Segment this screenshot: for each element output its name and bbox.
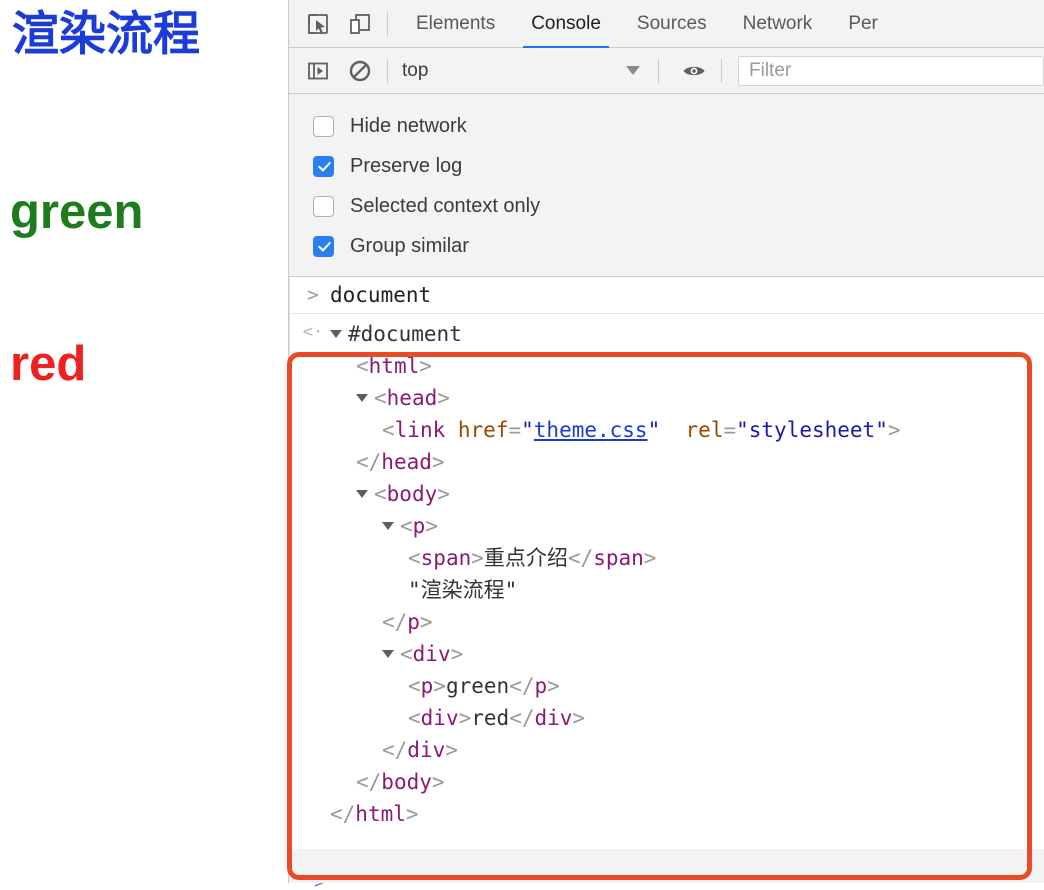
device-toolbar-icon[interactable] — [343, 7, 377, 41]
devtools-tabs: Elements Console Sources Network Per — [398, 0, 896, 49]
dom-line-div-red[interactable]: <div>red</div> — [330, 702, 901, 734]
selected-context-only-label: Selected context only — [350, 194, 541, 217]
group-similar-checkbox[interactable] — [313, 235, 334, 257]
tab-performance-label: Per — [848, 12, 878, 34]
devtools-panel: Elements Console Sources Network Per top… — [288, 0, 1044, 890]
dom-line-p-close[interactable]: </p> — [330, 606, 901, 638]
execution-context-select[interactable]: top — [398, 60, 648, 82]
preview-red-text: red — [10, 337, 87, 391]
selected-context-only-checkbox[interactable] — [313, 195, 334, 217]
filterbar-divider-1 — [387, 58, 388, 83]
preserve-log-label: Preserve log — [350, 154, 463, 177]
console-result-row: <· #document <html> <head> <link href="t… — [290, 314, 1044, 834]
preview-green-text: green — [10, 185, 144, 239]
twisty-open-icon[interactable] — [382, 522, 394, 530]
dom-line-p-open[interactable]: <p> — [330, 510, 901, 542]
hide-network-checkbox[interactable] — [313, 115, 334, 137]
tab-network-label: Network — [742, 12, 813, 34]
inspect-element-icon[interactable] — [301, 7, 335, 41]
console-expression: document — [330, 283, 432, 307]
dom-line-document[interactable]: #document — [330, 318, 901, 350]
group-similar-label: Group similar — [350, 234, 469, 257]
dom-tree[interactable]: #document <html> <head> <link href="them… — [330, 318, 901, 830]
tab-elements-label: Elements — [416, 12, 496, 34]
execution-context-value: top — [402, 59, 429, 81]
devtools-tabstrip: Elements Console Sources Network Per — [289, 0, 1044, 49]
setting-preserve-log[interactable]: Preserve log — [289, 146, 1044, 186]
filter-placeholder: Filter — [749, 59, 792, 81]
live-expression-eye-icon[interactable] — [677, 54, 711, 88]
tab-network[interactable]: Network — [725, 0, 831, 48]
console-filter-toolbar: top Filter — [289, 48, 1044, 94]
rendered-page-preview: 渲染流程 green red — [0, 0, 288, 890]
tab-console[interactable]: Console — [513, 0, 619, 49]
setting-hide-network[interactable]: Hide network — [289, 106, 1044, 146]
console-next-prompt-row[interactable]: > — [288, 883, 1044, 890]
tab-performance[interactable]: Per — [830, 0, 896, 48]
tab-sources[interactable]: Sources — [619, 0, 725, 48]
filter-input[interactable]: Filter — [738, 55, 1044, 86]
preview-heading-text: 渲染流程 — [12, 7, 200, 60]
dom-line-span[interactable]: <span>重点介绍</span> — [330, 542, 901, 574]
toolbar-divider — [387, 11, 388, 36]
chevron-down-icon — [626, 66, 640, 75]
console-settings-panel: Hide network Preserve log Selected conte… — [289, 94, 1044, 277]
setting-group-similar[interactable]: Group similar — [289, 226, 1044, 266]
dom-line-div-close[interactable]: </div> — [330, 734, 901, 766]
dom-line-head-open[interactable]: <head> — [330, 382, 901, 414]
filterbar-divider-3 — [721, 58, 722, 83]
setting-selected-context-only[interactable]: Selected context only — [289, 186, 1044, 226]
prompt-chevron-icon: > — [307, 284, 319, 306]
preserve-log-checkbox[interactable] — [313, 155, 334, 177]
twisty-open-icon[interactable] — [330, 330, 342, 338]
tab-console-label: Console — [531, 12, 601, 34]
twisty-open-icon[interactable] — [356, 490, 368, 498]
tab-elements[interactable]: Elements — [398, 0, 513, 48]
console-input-row[interactable]: > document — [290, 277, 1044, 313]
twisty-open-icon[interactable] — [382, 650, 394, 658]
dom-line-body-open[interactable]: <body> — [330, 478, 901, 510]
filterbar-divider-2 — [658, 58, 659, 83]
console-sidebar-icon[interactable] — [301, 54, 335, 88]
next-prompt-chevron-icon: > — [314, 883, 325, 890]
dom-line-div-open[interactable]: <div> — [330, 638, 901, 670]
hide-network-label: Hide network — [350, 114, 467, 137]
dom-line-html-close[interactable]: </html> — [330, 798, 901, 830]
clear-console-icon[interactable] — [343, 54, 377, 88]
dom-line-link[interactable]: <link href="theme.css" rel="stylesheet"> — [330, 414, 901, 446]
twisty-open-icon[interactable] — [356, 394, 368, 402]
dom-line-text-node[interactable]: "渲染流程" — [330, 574, 901, 606]
console-output-area[interactable]: > document <· #document <html> <head> <l… — [289, 277, 1044, 849]
dom-line-head-close[interactable]: </head> — [330, 446, 901, 478]
dom-line-body-close[interactable]: </body> — [330, 766, 901, 798]
dom-line-html-open[interactable]: <html> — [330, 350, 901, 382]
tab-sources-label: Sources — [636, 12, 707, 34]
result-arrow-icon: <· — [302, 322, 324, 342]
dom-line-p-green[interactable]: <p>green</p> — [330, 670, 901, 702]
